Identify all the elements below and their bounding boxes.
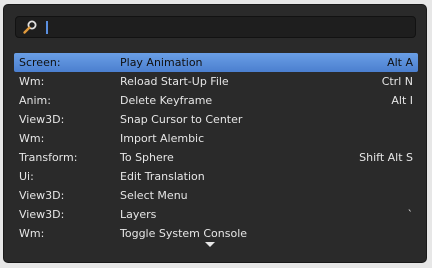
- result-name: Play Animation: [120, 56, 203, 69]
- operator-search-popup: Screen: Play Animation Alt A Wm: Reload …: [3, 4, 427, 263]
- result-item[interactable]: View3D: Select Menu: [14, 186, 418, 205]
- result-category: View3D:: [19, 189, 65, 202]
- result-item[interactable]: Wm: Import Alembic: [14, 129, 418, 148]
- result-item[interactable]: Transform: To Sphere Shift Alt S: [14, 148, 418, 167]
- result-category: Ui:: [19, 170, 34, 183]
- result-name: Delete Keyframe: [120, 94, 213, 107]
- result-item[interactable]: Screen: Play Animation Alt A: [14, 53, 418, 72]
- result-name: Reload Start-Up File: [120, 75, 229, 88]
- result-shortcut: Alt A: [387, 56, 413, 69]
- result-category: View3D:: [19, 113, 65, 126]
- search-results-list: Screen: Play Animation Alt A Wm: Reload …: [14, 53, 418, 243]
- result-category: View3D:: [19, 208, 65, 221]
- result-category: Wm:: [19, 132, 45, 145]
- result-shortcut: `: [407, 208, 414, 221]
- result-category: Transform:: [19, 151, 78, 164]
- search-field[interactable]: [15, 16, 416, 38]
- result-name: Import Alembic: [120, 132, 205, 145]
- search-icon: [22, 19, 38, 35]
- result-name: Edit Translation: [120, 170, 205, 183]
- text-cursor: [46, 21, 48, 34]
- result-item[interactable]: Wm: Reload Start-Up File Ctrl N: [14, 72, 418, 91]
- result-category: Wm:: [19, 75, 45, 88]
- result-shortcut: Alt I: [391, 94, 413, 107]
- chevron-down-icon[interactable]: [205, 242, 215, 247]
- result-shortcut: Ctrl N: [381, 75, 413, 88]
- result-item[interactable]: Anim: Delete Keyframe Alt I: [14, 91, 418, 110]
- result-item[interactable]: Wm: Toggle System Console: [14, 224, 418, 243]
- result-item[interactable]: View3D: Layers `: [14, 205, 418, 224]
- result-name: To Sphere: [120, 151, 174, 164]
- result-name: Select Menu: [120, 189, 188, 202]
- result-category: Wm:: [19, 227, 45, 240]
- result-item[interactable]: View3D: Snap Cursor to Center: [14, 110, 418, 129]
- result-name: Snap Cursor to Center: [120, 113, 243, 126]
- result-item[interactable]: Ui: Edit Translation: [14, 167, 418, 186]
- result-name: Toggle System Console: [120, 227, 248, 240]
- result-shortcut: Shift Alt S: [359, 151, 413, 164]
- search-input[interactable]: [42, 20, 402, 34]
- result-name: Layers: [120, 208, 157, 221]
- result-category: Screen:: [19, 56, 61, 69]
- result-category: Anim:: [19, 94, 51, 107]
